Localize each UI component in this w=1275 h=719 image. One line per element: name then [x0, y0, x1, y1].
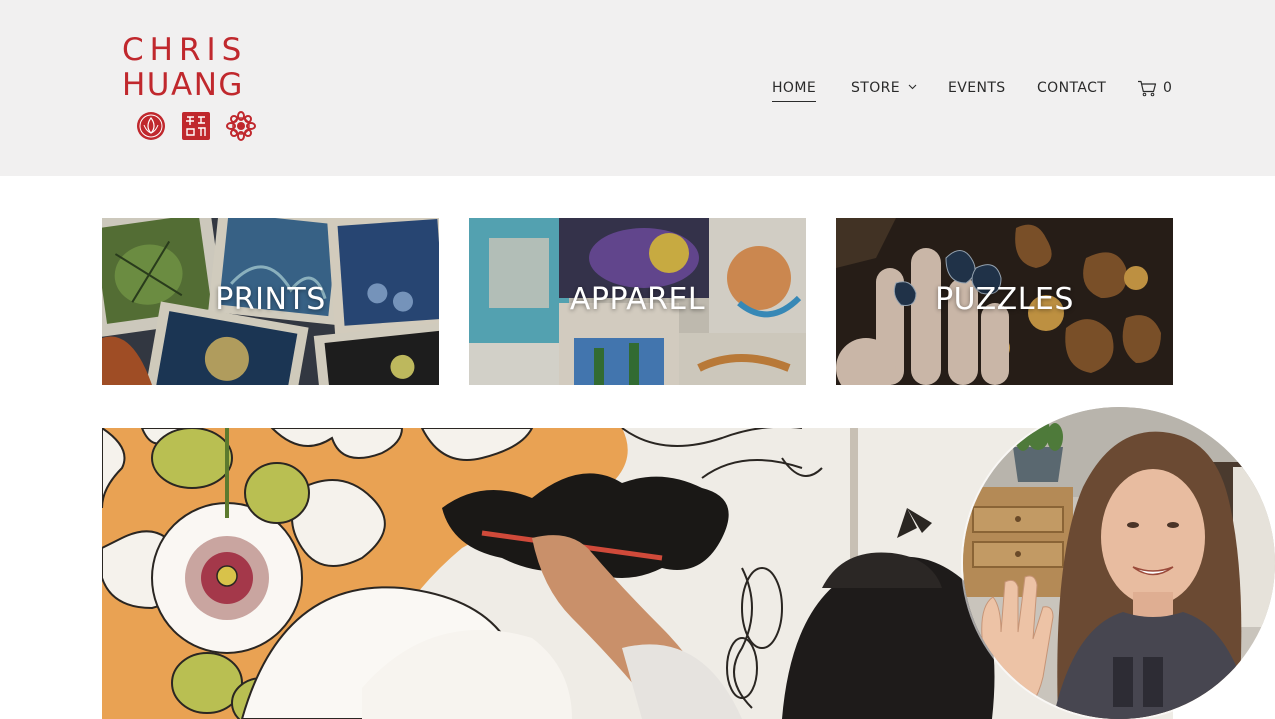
logo-line-1: CHRIS: [122, 32, 248, 68]
tile-prints[interactable]: PRINTS: [102, 218, 439, 385]
cart-button[interactable]: 0: [1137, 77, 1172, 99]
nav-events[interactable]: EVENTS: [948, 76, 1006, 100]
logo-seals: [136, 111, 256, 141]
chinese-seal-icon: [182, 112, 210, 140]
lotus-seal-icon: [137, 112, 165, 140]
webcam-overlay: [963, 407, 1275, 719]
tile-label-apparel: APPAREL: [569, 282, 706, 317]
tile-label-prints: PRINTS: [215, 282, 326, 317]
site-logo[interactable]: CHRIS HUANG: [122, 33, 272, 143]
webcam-overlay-image: [963, 407, 1275, 719]
tile-apparel[interactable]: APPAREL: [469, 218, 806, 385]
cart-icon: [1138, 80, 1157, 96]
nav-store-label: STORE: [851, 80, 901, 96]
cart-count: 0: [1163, 80, 1172, 96]
tile-label-puzzles: PUZZLES: [935, 282, 1074, 317]
nav-store[interactable]: STORE: [851, 76, 917, 100]
site-header: CHRIS HUANG HOME STORE EVENTS CONTACT 0: [0, 0, 1275, 176]
chevron-down-icon: [908, 84, 917, 90]
logo-line-2: HUANG: [122, 67, 244, 103]
mandala-seal-icon: [226, 111, 256, 141]
nav-contact[interactable]: CONTACT: [1037, 76, 1106, 100]
nav-home[interactable]: HOME: [772, 76, 817, 102]
tile-puzzles[interactable]: PUZZLES: [836, 218, 1173, 385]
